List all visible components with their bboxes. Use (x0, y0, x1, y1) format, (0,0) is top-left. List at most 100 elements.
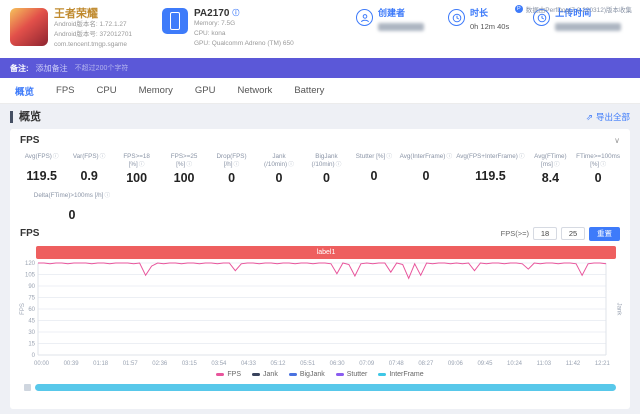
fps-line-chart[interactable]: 0153045607590105120 (20, 260, 618, 360)
tab-概览[interactable]: 概览 (4, 78, 45, 103)
metric-Avg(FPS+InterFrame): Avg(FPS+InterFrame)ⓘ119.5 (456, 153, 524, 185)
metric-label: FPS>=25 [%]ⓘ (162, 153, 205, 170)
fps-metrics-grid: Avg(FPS)ⓘ119.5Var(FPS)ⓘ0.9FPS>=18 [%]ⓘ10… (20, 153, 620, 185)
metric-label: Avg(FPS)ⓘ (20, 153, 63, 168)
x-tick: 00:00 (34, 361, 49, 367)
info-icon: ⓘ (446, 154, 452, 160)
fps-chart[interactable]: FPS 0153045607590105120 Jank (20, 260, 620, 360)
metric-Avg(FPS): Avg(FPS)ⓘ119.5 (20, 153, 63, 185)
metric-Drop(FPS) [/h]: Drop(FPS) [/h]ⓘ0 (210, 153, 253, 185)
metric-value: 0 (576, 171, 620, 185)
x-tick: 09:06 (448, 361, 463, 367)
fps-chart-head: FPS FPS(>=) 重置 (20, 227, 620, 241)
app-title: 王者荣耀 (54, 8, 132, 20)
svg-text:30: 30 (28, 330, 35, 336)
metric-value: 0 (400, 169, 453, 183)
legend-marker (289, 373, 297, 376)
duration-meta: 时长 0h 12m 40s (448, 8, 509, 31)
legend-marker (252, 373, 260, 376)
overview-section-head: 概览 ⇗ 导出全部 (10, 111, 630, 123)
label-banner[interactable]: label1 (36, 246, 616, 259)
info-icon: ⓘ (386, 154, 392, 160)
perfdog-dot-icon: P (515, 5, 523, 13)
fps-threshold-controls: FPS(>=) 重置 (501, 227, 620, 241)
metric-Jank (/10min): Jank (/10min)ⓘ0 (257, 153, 300, 185)
info-icon: ⓘ (186, 162, 192, 168)
legend-InterFrame[interactable]: InterFrame (378, 371, 423, 378)
fps-card: FPS ∨ Avg(FPS)ⓘ119.5Var(FPS)ⓘ0.9FPS>=18 … (10, 129, 630, 409)
app-version-name: Android版本名: 1.72.1.27 (54, 20, 132, 30)
legend-Stutter[interactable]: Stutter (336, 371, 368, 378)
metric-label: Var(FPS)ⓘ (67, 153, 110, 168)
app-package: com.tencent.tmgp.sgame (54, 40, 132, 50)
info-icon: ⓘ (100, 154, 106, 160)
note-label: 备注: (10, 63, 29, 74)
app-info: 王者荣耀 Android版本名: 1.72.1.27 Android版本号: 3… (10, 8, 148, 49)
legend-Jank[interactable]: Jank (252, 371, 278, 378)
export-all-link[interactable]: ⇗ 导出全部 (586, 111, 630, 123)
legend-label: Jank (263, 371, 278, 378)
legend-label: Stutter (347, 371, 368, 378)
legend-BigJank[interactable]: BigJank (289, 371, 325, 378)
add-note-input[interactable]: 添加备注 (36, 63, 68, 74)
metric-Stutter [%]: Stutter [%]ⓘ0 (352, 153, 395, 185)
creator-label: 创建者 (378, 8, 424, 18)
svg-text:105: 105 (25, 272, 36, 278)
legend-label: BigJank (300, 371, 325, 378)
metric-label: Avg(FTime) [ms]ⓘ (529, 153, 572, 170)
creator-value-redacted (378, 23, 424, 31)
info-icon: ⓘ (600, 162, 606, 168)
threshold-input-2[interactable] (561, 227, 585, 240)
scrollbar-handle[interactable] (24, 384, 31, 391)
svg-text:120: 120 (25, 261, 36, 267)
reset-button[interactable]: 重置 (589, 227, 620, 241)
x-tick: 03:15 (182, 361, 197, 367)
x-tick: 11:03 (537, 361, 552, 367)
metric-label: Stutter [%]ⓘ (352, 153, 395, 168)
legend-FPS[interactable]: FPS (216, 371, 241, 378)
y-axis-right-title: Jank (616, 302, 622, 315)
app-version-code: Android版本号: 372012701 (54, 30, 132, 40)
legend-marker (378, 373, 386, 376)
metric-value: 0.9 (67, 169, 110, 183)
tab-GPU[interactable]: GPU (184, 78, 227, 103)
chart-range-scrollbar[interactable] (24, 384, 616, 391)
phone-icon (162, 8, 188, 34)
info-icon: ⓘ (234, 162, 240, 168)
x-axis-ticks: 00:0000:3901:1801:5702:3603:1503:5404:33… (34, 361, 610, 367)
metric-BigJank (/10min): BigJank (/10min)ⓘ0 (305, 153, 348, 185)
svg-text:45: 45 (28, 318, 35, 324)
tab-FPS[interactable]: FPS (45, 78, 85, 103)
x-tick: 08:27 (418, 361, 433, 367)
svg-text:15: 15 (28, 341, 35, 347)
device-info-icon[interactable]: ⓘ (232, 8, 239, 19)
metric-label: Avg(InterFrame)ⓘ (400, 153, 453, 168)
duration-label: 时长 (470, 8, 509, 18)
tab-Network[interactable]: Network (226, 78, 283, 103)
threshold-input-1[interactable] (533, 227, 557, 240)
collapse-chevron-icon[interactable]: ∨ (614, 136, 620, 145)
metric-FPS>=25 [%]: FPS>=25 [%]ⓘ100 (162, 153, 205, 185)
metric-Avg(InterFrame): Avg(InterFrame)ⓘ0 (400, 153, 453, 185)
y-axis-left-title: FPS (20, 303, 26, 315)
svg-text:75: 75 (28, 295, 35, 301)
x-tick: 12:21 (595, 361, 610, 367)
metric-Var(FPS): Var(FPS)ⓘ0.9 (67, 153, 110, 185)
x-tick: 10:24 (507, 361, 522, 367)
game-app-icon (10, 8, 48, 46)
extra-metric-value: 0 (24, 208, 120, 222)
tab-CPU[interactable]: CPU (86, 78, 128, 103)
legend-label: InterFrame (389, 371, 423, 378)
tab-Battery[interactable]: Battery (283, 78, 335, 103)
scrollbar-track[interactable] (35, 384, 616, 391)
content-area: 概览 ⇗ 导出全部 FPS ∨ Avg(FPS)ⓘ119.5Var(FPS)ⓘ0… (0, 104, 640, 414)
x-tick: 05:12 (271, 361, 286, 367)
info-icon: ⓘ (104, 193, 110, 199)
x-tick: 11:42 (566, 361, 581, 367)
legend-label: FPS (227, 371, 241, 378)
metric-value: 0 (257, 171, 300, 185)
tab-Memory[interactable]: Memory (128, 78, 184, 103)
metric-FPS>=18 [%]: FPS>=18 [%]ⓘ100 (115, 153, 158, 185)
note-bar: 备注: 添加备注 不超过200个字符 (0, 58, 640, 78)
section-title: 概览 (10, 111, 41, 123)
